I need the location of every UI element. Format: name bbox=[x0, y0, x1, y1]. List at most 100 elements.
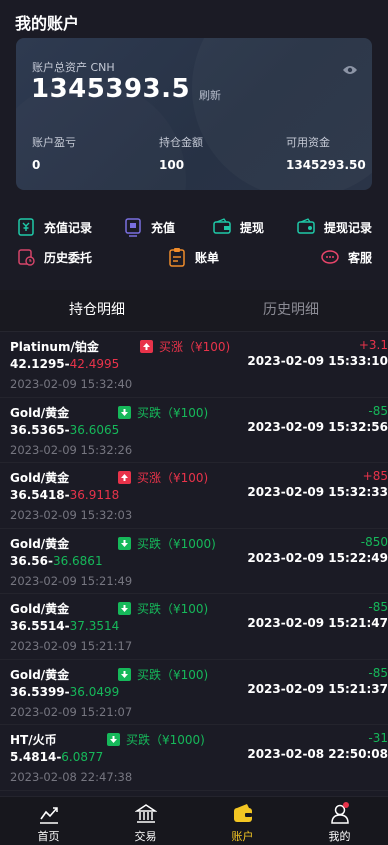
direction-label: 买跌（¥1000) bbox=[126, 733, 205, 747]
customer-service-button[interactable]: 客服 bbox=[320, 246, 372, 268]
nav-trade[interactable]: 交易 bbox=[97, 797, 194, 845]
tab-positions[interactable]: 持仓明细 bbox=[0, 290, 194, 331]
instrument-name: Gold/黄金 bbox=[10, 536, 70, 551]
open-time: 2023-02-09 15:32:03 bbox=[10, 508, 133, 522]
close-time: 2023-02-09 15:32:33 bbox=[247, 485, 388, 499]
recharge-button[interactable]: 充值 bbox=[123, 216, 175, 238]
direction-label: 买涨（¥100) bbox=[137, 471, 209, 485]
profit-loss: +85 bbox=[362, 469, 388, 483]
close-time: 2023-02-09 15:21:47 bbox=[247, 616, 388, 630]
available-funds-value: 1345293.50 bbox=[286, 158, 366, 172]
withdraw-button[interactable]: 提现 bbox=[212, 216, 264, 238]
recharge-record-button[interactable]: 充值记录 bbox=[16, 216, 92, 238]
account-card: 账户总资产 CNH 1345393.5 刷新 账户盈亏 0 持仓金额 100 可… bbox=[16, 38, 372, 190]
profit-loss: -85 bbox=[368, 665, 388, 680]
page-title: 我的账户 bbox=[15, 14, 80, 33]
profit-loss: -850 bbox=[360, 534, 388, 549]
open-price: 36.5514 bbox=[10, 619, 65, 633]
open-price: 36.5418 bbox=[10, 488, 65, 502]
open-time: 2023-02-08 22:47:38 bbox=[10, 770, 133, 784]
profit-loss: -85 bbox=[368, 403, 388, 418]
action-label: 提现记录 bbox=[324, 220, 373, 235]
position-row[interactable]: Gold/黄金 买跌（¥100) -85 36.5514-37.3514 202… bbox=[0, 594, 388, 660]
total-assets-label: 账户总资产 CNH bbox=[32, 61, 115, 74]
instrument-name: Gold/黄金 bbox=[10, 405, 70, 420]
direction-badge: 买涨（¥100) bbox=[140, 338, 230, 355]
bill-button[interactable]: 账单 bbox=[167, 246, 219, 268]
direction-label: 买跌（¥1000) bbox=[137, 536, 216, 551]
instrument-name: Gold/黄金 bbox=[10, 602, 70, 616]
arrow-down-icon bbox=[118, 667, 131, 681]
action-label: 客服 bbox=[348, 250, 373, 265]
price-range: 36.5399-36.0499 bbox=[10, 684, 120, 699]
profit-loss: -31 bbox=[368, 731, 388, 745]
price-range: 36.5514-37.3514 bbox=[10, 619, 120, 633]
arrow-down-icon bbox=[118, 536, 131, 550]
close-time: 2023-02-09 15:33:10 bbox=[247, 354, 388, 368]
close-time: 2023-02-09 15:32:56 bbox=[247, 419, 388, 434]
current-price: 6.0877 bbox=[61, 750, 104, 764]
price-range: 36.5418-36.9118 bbox=[10, 488, 120, 502]
instrument-name: HT/火币 bbox=[10, 733, 57, 747]
action-label: 充值 bbox=[151, 220, 176, 235]
open-time: 2023-02-09 15:21:49 bbox=[10, 573, 133, 588]
arrow-up-icon bbox=[118, 471, 131, 484]
nav-label: 首页 bbox=[37, 830, 60, 843]
open-price: 36.5399 bbox=[10, 684, 65, 699]
available-funds-label: 可用资金 bbox=[286, 136, 330, 149]
open-time: 2023-02-09 15:32:40 bbox=[10, 377, 133, 391]
position-row[interactable]: Gold/黄金 买跌（¥100) -85 36.5399-36.0499 202… bbox=[0, 660, 388, 725]
history-order-button[interactable]: 历史委托 bbox=[16, 246, 92, 268]
recharge-record-icon bbox=[18, 218, 34, 236]
nav-account[interactable]: 账户 bbox=[194, 797, 291, 845]
withdraw-record-button[interactable]: 提现记录 bbox=[296, 216, 372, 238]
close-time: 2023-02-09 15:21:37 bbox=[247, 681, 388, 696]
direction-label: 买跌（¥100) bbox=[137, 602, 209, 616]
eye-icon[interactable] bbox=[342, 64, 358, 76]
price-range: 36.5365-36.6065 bbox=[10, 422, 120, 437]
direction-badge: 买涨（¥100) bbox=[118, 469, 208, 486]
instrument-name: Platinum/铂金 bbox=[10, 340, 99, 354]
nav-home[interactable]: 首页 bbox=[0, 797, 97, 845]
current-price: 36.0499 bbox=[69, 684, 120, 699]
position-row[interactable]: Gold/黄金 买涨（¥100) +85 36.5418-36.9118 202… bbox=[0, 463, 388, 529]
open-price: 36.5365 bbox=[10, 422, 65, 437]
position-row[interactable]: Gold/黄金 买跌（¥100) -85 36.5365-36.6065 202… bbox=[0, 398, 388, 463]
price-range: 36.56-36.6861 bbox=[10, 553, 103, 568]
recharge-icon bbox=[125, 218, 141, 237]
position-row[interactable]: Gold/黄金 买跌（¥1000) -850 36.56-36.6861 202… bbox=[0, 529, 388, 594]
current-price: 36.6065 bbox=[69, 422, 120, 437]
position-amount-label: 持仓金额 bbox=[159, 136, 203, 149]
bottom-nav: 首页 交易 账户 我的 bbox=[0, 796, 388, 845]
price-range: 42.1295-42.4995 bbox=[10, 357, 120, 371]
position-row[interactable]: Platinum/铂金 买涨（¥100) +3.1 42.1295-42.499… bbox=[0, 332, 388, 398]
price-range: 5.4814-6.0877 bbox=[10, 750, 104, 764]
profit-loss: +3.1 bbox=[358, 338, 388, 352]
arrow-down-icon bbox=[118, 602, 131, 615]
action-label: 充值记录 bbox=[44, 220, 93, 235]
position-amount-value: 100 bbox=[159, 158, 185, 172]
pnl-label: 账户盈亏 bbox=[32, 136, 76, 149]
position-row[interactable]: HT/火币 买跌（¥1000) -31 5.4814-6.0877 2023-0… bbox=[0, 725, 388, 791]
tab-history[interactable]: 历史明细 bbox=[194, 290, 388, 331]
refresh-button[interactable]: 刷新 bbox=[199, 87, 221, 103]
bill-icon bbox=[169, 248, 185, 267]
nav-label: 交易 bbox=[134, 830, 157, 843]
arrow-up-icon bbox=[140, 340, 153, 353]
open-time: 2023-02-09 15:21:17 bbox=[10, 639, 133, 653]
action-label: 提现 bbox=[240, 220, 265, 235]
position-list: Platinum/铂金 买涨（¥100) +3.1 42.1295-42.499… bbox=[0, 332, 388, 791]
position-tabs: 持仓明细 历史明细 bbox=[0, 290, 388, 332]
instrument-name: Gold/黄金 bbox=[10, 667, 70, 682]
nav-mine[interactable]: 我的 bbox=[291, 797, 388, 845]
direction-badge: 买跌（¥100) bbox=[118, 404, 208, 421]
arrow-down-icon bbox=[107, 733, 120, 746]
direction-badge: 买跌（¥1000) bbox=[107, 731, 205, 748]
open-price: 36.56 bbox=[10, 553, 48, 568]
withdraw-record-icon bbox=[297, 218, 315, 234]
action-label: 历史委托 bbox=[44, 250, 93, 265]
withdraw-icon bbox=[213, 218, 231, 234]
arrow-down-icon bbox=[118, 405, 131, 419]
direction-label: 买跌（¥100) bbox=[137, 405, 209, 420]
direction-badge: 买跌（¥100) bbox=[118, 600, 208, 617]
